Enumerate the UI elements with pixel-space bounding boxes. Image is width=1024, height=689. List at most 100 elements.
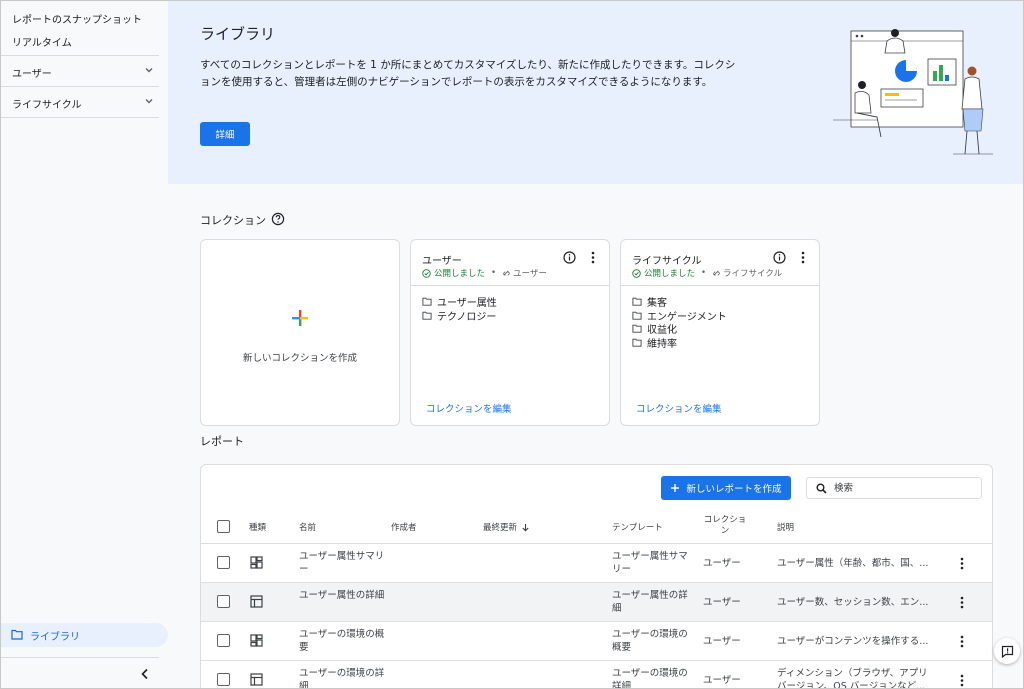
column-header-author[interactable]: 作成者 xyxy=(391,521,417,533)
card-divider xyxy=(621,285,819,286)
column-header-collection[interactable]: コレクション xyxy=(703,515,747,537)
edit-collection-link[interactable]: コレクションを編集 xyxy=(636,401,722,415)
column-header-description[interactable]: 説明 xyxy=(777,521,794,533)
collection-template: ライフサイクル xyxy=(712,267,782,279)
sidebar-section-lifecycle[interactable]: ライフサイクル xyxy=(1,86,159,117)
table-row[interactable]: ユーザー属性の詳細 ユーザー属性の詳細 ユーザー ユーザー数、セッション数、エン… xyxy=(201,583,992,622)
collection-item[interactable]: 集客 xyxy=(632,295,727,309)
link-icon xyxy=(503,270,510,276)
column-header-type[interactable]: 種類 xyxy=(249,521,266,533)
app-frame: レポートのスナップショット リアルタイム ユーザー ライフサイクル ライブラリ … xyxy=(0,0,1024,689)
collection-item[interactable]: エンゲージメント xyxy=(632,309,727,323)
search-icon xyxy=(816,483,827,494)
row-description: ディメンション（ブラウザ、アプリ バージョン、OS バージョンなど... xyxy=(777,668,928,689)
folder-icon xyxy=(632,311,642,320)
row-checkbox[interactable] xyxy=(217,634,230,647)
create-collection-card[interactable]: 新しいコレクションを作成 xyxy=(200,239,400,426)
collection-item[interactable]: 維持率 xyxy=(632,336,727,350)
table-row[interactable]: ユーザー属性サマリー ユーザー属性サマリー ユーザー ユーザー属性（年齢、都市、… xyxy=(201,544,992,583)
row-name[interactable]: ユーザーの環境の概要 xyxy=(299,628,385,654)
help-icon[interactable] xyxy=(271,212,285,226)
folder-icon xyxy=(632,338,642,347)
select-all-checkbox[interactable] xyxy=(217,520,230,533)
sidebar-divider xyxy=(1,117,159,118)
row-name[interactable]: ユーザーの環境の詳細 xyxy=(299,667,385,688)
more-vert-icon[interactable] xyxy=(959,557,965,570)
folder-icon xyxy=(632,325,642,333)
column-header-updated[interactable]: 最終更新 xyxy=(483,521,530,533)
status-text: 公開しました xyxy=(644,269,696,279)
row-checkbox[interactable] xyxy=(217,595,230,608)
row-collection: ユーザー xyxy=(703,636,741,647)
dashboard-icon xyxy=(250,556,263,569)
reports-title: レポート xyxy=(200,435,244,448)
card-divider xyxy=(411,285,609,286)
sidebar-item-label: ライブラリ xyxy=(30,632,80,643)
folder-icon xyxy=(422,298,432,306)
row-checkbox[interactable] xyxy=(217,556,230,569)
sidebar-item-realtime[interactable]: リアルタイム xyxy=(12,34,72,49)
create-report-button[interactable]: 新しいレポートを作成 xyxy=(661,476,791,500)
sidebar-section-users[interactable]: ユーザー xyxy=(1,55,159,86)
collection-items: ユーザー属性 テクノロジー xyxy=(422,295,497,323)
collection-title: ライフサイクル xyxy=(632,256,702,267)
learn-more-button[interactable]: 詳細 xyxy=(200,122,250,146)
collection-item-label: テクノロジー xyxy=(437,311,497,323)
chevron-down-icon xyxy=(145,99,153,104)
info-icon[interactable] xyxy=(563,251,576,264)
column-header-template[interactable]: テンプレート xyxy=(612,521,663,533)
column-header-name[interactable]: 名前 xyxy=(299,521,316,533)
chevron-down-icon xyxy=(145,68,153,73)
more-vert-icon[interactable] xyxy=(800,251,806,264)
row-checkbox[interactable] xyxy=(217,673,230,686)
more-vert-icon[interactable] xyxy=(590,251,596,264)
collection-template: ユーザー xyxy=(502,267,547,279)
more-vert-icon[interactable] xyxy=(959,674,965,687)
page-title: ライブラリ xyxy=(200,25,276,43)
sidebar-item-library[interactable]: ライブラリ xyxy=(1,623,168,647)
plus-icon xyxy=(292,310,308,326)
search-field[interactable] xyxy=(806,477,982,499)
sidebar-section-label: ライフサイクル xyxy=(12,100,82,111)
row-template: ユーザーの環境の概要 xyxy=(612,629,688,653)
feedback-button[interactable] xyxy=(994,638,1020,664)
row-template: ユーザー属性の詳細 xyxy=(612,590,688,614)
edit-collection-link[interactable]: コレクションを編集 xyxy=(426,401,512,415)
table-row[interactable]: ユーザーの環境の概要 ユーザーの環境の概要 ユーザー ユーザーがコンテンツを操作… xyxy=(201,622,992,661)
collection-title: ユーザー xyxy=(422,256,462,267)
more-vert-icon[interactable] xyxy=(959,635,965,648)
folder-icon xyxy=(632,298,642,306)
collection-card-lifecycle: ライフサイクル 公開しました • ライフサイクル 集客 エンゲージメント 収益化… xyxy=(620,239,820,426)
collection-items: 集客 エンゲージメント 収益化 維持率 xyxy=(632,295,727,350)
row-description: ユーザー属性（年齢、都市、国、... xyxy=(777,558,929,569)
more-vert-icon[interactable] xyxy=(959,596,965,609)
collection-item[interactable]: テクノロジー xyxy=(422,309,497,323)
row-name[interactable]: ユーザー属性サマリー xyxy=(299,550,385,576)
dashboard-icon xyxy=(250,634,263,647)
banner-description: すべてのコレクションとレポートを 1 か所にまとめてカスタマイズしたり、新たに作… xyxy=(200,59,736,88)
chevron-left-icon[interactable] xyxy=(138,667,152,681)
info-icon[interactable] xyxy=(773,251,786,264)
search-input[interactable] xyxy=(834,480,974,496)
create-report-label: 新しいレポートを作成 xyxy=(686,484,782,495)
table-row[interactable]: ユーザーの環境の詳細 ユーザーの環境の詳細 ユーザー ディメンション（ブラウザ、… xyxy=(201,661,992,689)
row-template: ユーザー属性サマリー xyxy=(612,551,688,575)
check-circle-icon xyxy=(632,268,641,278)
plus-icon xyxy=(671,484,680,492)
collections-title: コレクション xyxy=(200,214,266,227)
row-name[interactable]: ユーザー属性の詳細 xyxy=(299,589,385,602)
reports-table: 新しいレポートを作成 種類 名前 作成者 最終更新 テンプレート コレクション … xyxy=(200,464,993,689)
separator-dot: • xyxy=(701,268,707,278)
template-text: ユーザー xyxy=(513,269,547,279)
folder-icon xyxy=(11,629,23,640)
separator-dot: • xyxy=(491,268,497,278)
template-text: ライフサイクル xyxy=(723,269,783,279)
sidebar-item-snapshot[interactable]: レポートのスナップショット xyxy=(12,11,142,26)
collection-status: 公開しました • ライフサイクル xyxy=(632,267,782,279)
collection-item[interactable]: 収益化 xyxy=(632,322,727,336)
table-icon xyxy=(250,595,263,608)
check-circle-icon xyxy=(422,268,431,278)
collection-status: 公開しました • ユーザー xyxy=(422,267,547,279)
collection-item-label: 維持率 xyxy=(647,338,677,350)
collection-item[interactable]: ユーザー属性 xyxy=(422,295,497,309)
